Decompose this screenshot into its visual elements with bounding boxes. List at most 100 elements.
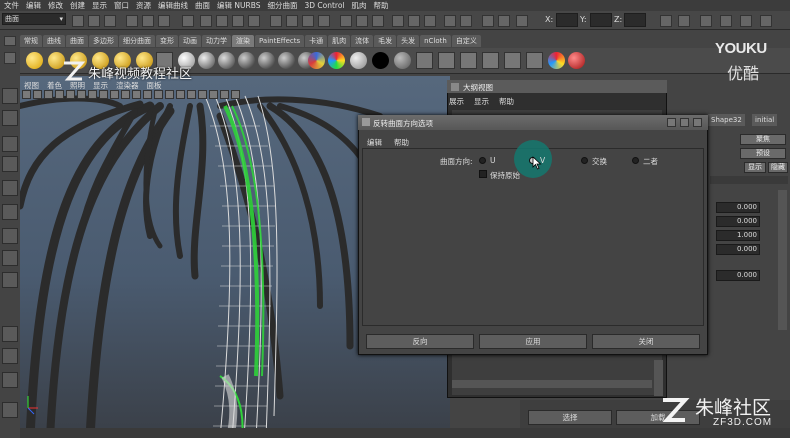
presets-button[interactable]: 预设 — [740, 148, 786, 159]
single-view-icon[interactable] — [2, 250, 18, 266]
layout-persp-outliner-icon[interactable] — [2, 326, 18, 342]
texture-fractal-icon[interactable] — [482, 52, 499, 69]
four-view-icon[interactable] — [2, 272, 18, 288]
channel-box-icon[interactable] — [678, 15, 690, 27]
shelf-tab-11[interactable]: 肌肉 — [328, 35, 351, 47]
last-tool-icon[interactable] — [2, 228, 18, 244]
point-light-icon[interactable] — [26, 52, 43, 69]
isolate-icon[interactable] — [209, 90, 218, 99]
wire-on-shaded-icon[interactable] — [154, 90, 163, 99]
render-settings-icon[interactable] — [392, 15, 404, 27]
shader-phong-icon[interactable] — [218, 52, 235, 69]
snap-grid-icon[interactable] — [200, 15, 212, 27]
lasso-tool-icon[interactable] — [2, 110, 18, 126]
high-quality-icon[interactable] — [220, 90, 229, 99]
shelf-tab-10[interactable]: 卡通 — [305, 35, 328, 47]
manipulator-tool-icon[interactable] — [2, 204, 18, 220]
shader-use-background-icon[interactable] — [308, 52, 325, 69]
snap-point-icon[interactable] — [232, 15, 244, 27]
paint-brush-icon[interactable] — [568, 52, 585, 69]
apply-button[interactable]: 应用 — [479, 334, 587, 349]
menu-item-4[interactable]: 显示 — [92, 0, 107, 11]
shader-blinn-icon[interactable] — [198, 52, 215, 69]
shelf-tab-13[interactable]: 毛发 — [374, 35, 397, 47]
save-scene-icon[interactable] — [104, 15, 116, 27]
field-chart-icon[interactable] — [110, 90, 119, 99]
shelf-tab-4[interactable]: 细分曲面 — [119, 35, 155, 47]
close-button[interactable]: 关闭 — [592, 334, 700, 349]
attr-field-3[interactable]: 1.000 — [716, 230, 760, 241]
shelf-menu-icon[interactable] — [4, 36, 16, 46]
radio-both[interactable] — [632, 157, 639, 164]
layout-hypershade-icon[interactable] — [2, 372, 18, 388]
outliner-menu-item-0[interactable]: 展示 — [449, 96, 464, 107]
rel-icon[interactable] — [444, 15, 456, 27]
radio-u[interactable] — [479, 157, 486, 164]
select-object-icon[interactable] — [142, 15, 154, 27]
menu-item-10[interactable]: 细分曲面 — [267, 0, 297, 11]
shader-layered-icon[interactable] — [278, 52, 295, 69]
arrow-icon[interactable] — [498, 15, 510, 27]
y-field[interactable] — [590, 13, 612, 27]
maximize-icon[interactable] — [680, 118, 689, 127]
menu-item-11[interactable]: 3D Control — [304, 1, 344, 10]
minimize-icon[interactable] — [667, 118, 676, 127]
magnet-icon[interactable] — [424, 15, 436, 27]
focus-button[interactable]: 聚焦 — [740, 134, 786, 145]
render-icon[interactable] — [356, 15, 368, 27]
select-component-icon[interactable] — [158, 15, 170, 27]
attribute-editor-icon[interactable] — [700, 15, 712, 27]
layer-editor-icon[interactable] — [740, 15, 752, 27]
snap-plane-icon[interactable] — [248, 15, 260, 27]
shader-volume-icon[interactable] — [394, 52, 411, 69]
attr-field-1[interactable]: 0.000 — [716, 202, 760, 213]
ipr-render-icon[interactable] — [372, 15, 384, 27]
output-ops-icon[interactable] — [302, 15, 314, 27]
texture-ramp-icon[interactable] — [460, 52, 477, 69]
z-field[interactable] — [624, 13, 646, 27]
image-plane-icon[interactable] — [44, 90, 53, 99]
layout-custom-icon[interactable] — [2, 402, 18, 418]
history-icon[interactable] — [270, 15, 282, 27]
texture-file-icon[interactable] — [438, 52, 455, 69]
texture-checker-icon[interactable] — [416, 52, 433, 69]
shelf-tab-3[interactable]: 多边形 — [89, 35, 118, 47]
menu-item-6[interactable]: 资源 — [136, 0, 151, 11]
tool-settings-icon[interactable] — [720, 15, 732, 27]
grid-toggle-icon[interactable] — [66, 90, 75, 99]
x-field[interactable] — [556, 13, 578, 27]
tab-shape32[interactable]: Shape32 — [708, 114, 745, 126]
use-lights-icon[interactable] — [176, 90, 185, 99]
menu-item-1[interactable]: 编辑 — [26, 0, 41, 11]
attr-scrollbar[interactable] — [778, 190, 787, 330]
shader-phonge-icon[interactable] — [238, 52, 255, 69]
select-button[interactable]: 选择 — [528, 410, 612, 425]
keep-original-checkbox[interactable] — [479, 170, 487, 178]
shelf-tab-1[interactable]: 曲线 — [43, 35, 65, 47]
hide-button[interactable]: 隐藏 — [768, 162, 788, 173]
input-ops-icon[interactable] — [286, 15, 298, 27]
shelf-tab-2[interactable]: 曲面 — [66, 35, 88, 47]
construction-history-icon[interactable] — [318, 15, 330, 27]
menu-item-12[interactable]: 肌肉 — [352, 0, 367, 11]
menu-item-5[interactable]: 窗口 — [114, 0, 129, 11]
show-button[interactable]: 显示 — [744, 162, 766, 173]
command-line[interactable] — [20, 428, 790, 438]
2d-pan-icon[interactable] — [55, 90, 64, 99]
texture-cloth-icon[interactable] — [526, 52, 543, 69]
layout-persp-graph-icon[interactable] — [2, 348, 18, 364]
menu-item-8[interactable]: 曲面 — [195, 0, 210, 11]
camera-attr-icon[interactable] — [22, 90, 31, 99]
shader-black-icon[interactable] — [372, 52, 389, 69]
shelf-options-icon[interactable] — [4, 52, 16, 64]
bookmark-icon[interactable] — [33, 90, 42, 99]
resolution-gate-icon[interactable] — [88, 90, 97, 99]
shelf-tab-6[interactable]: 动画 — [179, 35, 201, 47]
outliner-scrollbar[interactable] — [654, 360, 663, 396]
menu-item-13[interactable]: 帮助 — [374, 0, 389, 11]
input-line-icon[interactable] — [460, 15, 472, 27]
select-tool-icon[interactable] — [2, 88, 18, 104]
wireframe-icon[interactable] — [132, 90, 141, 99]
shelf-tab-15[interactable]: nCloth — [420, 35, 451, 47]
textured-icon[interactable] — [165, 90, 174, 99]
